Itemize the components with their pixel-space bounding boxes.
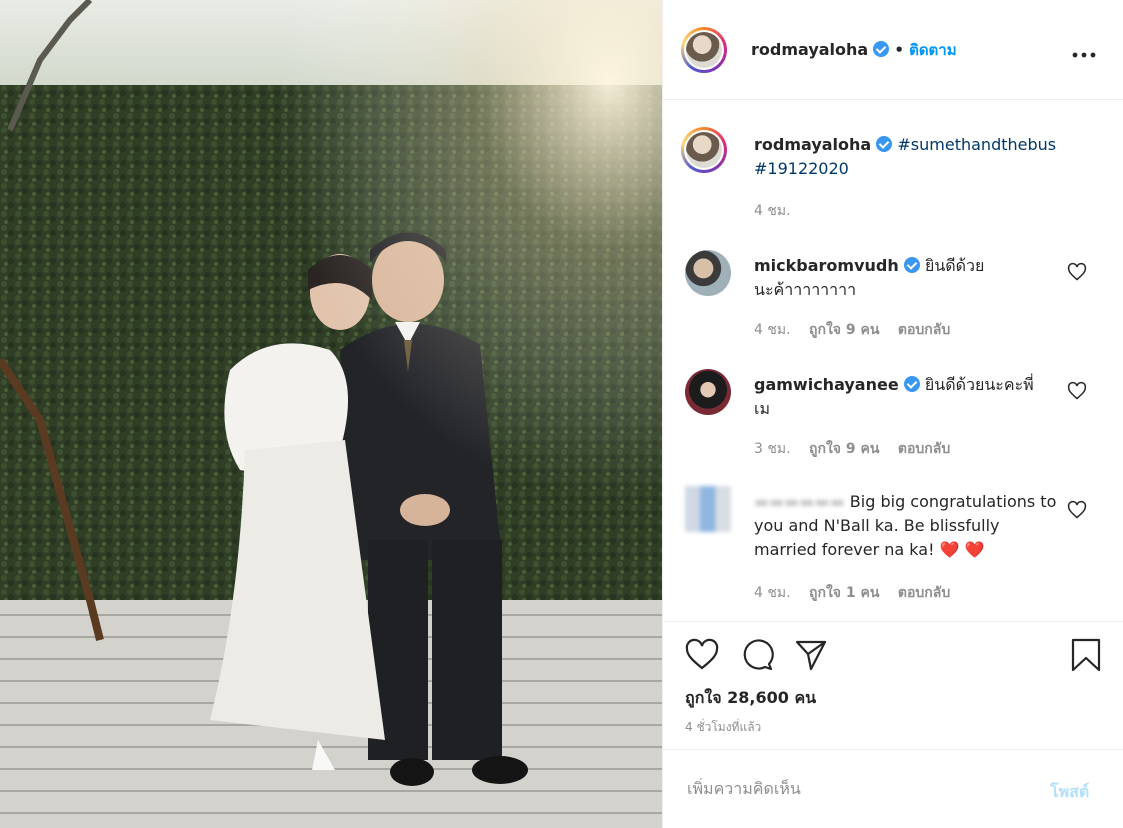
commenter-username[interactable]: mickbaromvudh	[754, 256, 899, 275]
caption-username[interactable]: rodmayaloha	[754, 135, 871, 154]
comment-input[interactable]	[685, 778, 1009, 799]
comment-body: นะค้าาาาาาาา	[754, 280, 857, 299]
comment-text: mickbaromvudh ยินดีด้วย นะค้าาาาาาาา	[754, 254, 1064, 302]
comment-meta: 4 ชม. ถูกใจ 9 คน ตอบกลับ	[754, 319, 964, 341]
author-avatar-image	[686, 32, 722, 68]
like-heart-icon[interactable]	[685, 638, 719, 672]
author-avatar-inner	[684, 30, 724, 70]
caption-author-avatar[interactable]	[681, 127, 727, 173]
verified-badge-icon	[876, 136, 893, 152]
like-comment-heart-icon[interactable]	[1067, 500, 1087, 520]
post-comment-button[interactable]: โพสต์	[1050, 780, 1089, 805]
comment-meta: 3 ชม. ถูกใจ 9 คน ตอบกลับ	[754, 438, 964, 460]
comment-time[interactable]: 4 ชม.	[754, 585, 791, 601]
commenter-username[interactable]: gamwichayanee	[754, 375, 899, 394]
add-comment-bar: โพสต์	[663, 749, 1123, 828]
save-bookmark-icon[interactable]	[1069, 638, 1103, 672]
comment-likes[interactable]: ถูกใจ 9 คน	[809, 441, 879, 457]
caption-avatar-image	[686, 132, 722, 168]
share-paper-plane-icon[interactable]	[794, 638, 828, 672]
post-header: rodmayaloha • ติดตาม	[663, 0, 1123, 100]
author-username[interactable]: rodmayaloha	[751, 40, 868, 59]
reply-button[interactable]: ตอบกลับ	[898, 585, 950, 601]
post-photo	[0, 0, 662, 828]
comment-likes[interactable]: ถูกใจ 9 คน	[809, 322, 879, 338]
follow-button[interactable]: ติดตาม	[909, 41, 957, 59]
comment-meta: 4 ชม. ถูกใจ 1 คน ตอบกลับ	[754, 582, 964, 604]
reply-button[interactable]: ตอบกลับ	[898, 441, 950, 457]
verified-badge-icon	[903, 257, 920, 273]
likes-count[interactable]: ถูกใจ 28,600 คน	[685, 686, 816, 711]
comment-text: ▬▬▬▬▬▬ Big big congratulations to you an…	[754, 490, 1064, 562]
verified-badge-icon	[873, 41, 890, 57]
comment-time[interactable]: 3 ชม.	[754, 441, 791, 457]
comment-bubble-icon[interactable]	[740, 638, 774, 672]
caption-avatar-inner	[684, 130, 724, 170]
commenter-avatar[interactable]	[685, 369, 731, 415]
commenter-username-redacted[interactable]: ▬▬▬▬▬▬	[754, 492, 845, 511]
comment-body: ยินดีด้วย	[924, 256, 985, 275]
reply-button[interactable]: ตอบกลับ	[898, 322, 950, 338]
commenter-avatar[interactable]	[685, 250, 731, 296]
header-info: rodmayaloha • ติดตาม	[751, 38, 957, 62]
more-options-icon[interactable]	[1071, 40, 1097, 65]
caption-text: rodmayaloha #sumethandthebus #19122020	[754, 133, 1064, 181]
hashtag-link[interactable]: #19122020	[754, 159, 849, 178]
post-side-panel: rodmayaloha • ติดตาม rodmayaloha #sumeth…	[662, 0, 1123, 828]
comment-likes[interactable]: ถูกใจ 1 คน	[809, 585, 879, 601]
comment-time[interactable]: 4 ชม.	[754, 322, 791, 338]
like-comment-heart-icon[interactable]	[1067, 262, 1087, 282]
verified-badge-icon	[903, 376, 920, 392]
comment-text: gamwichayanee ยินดีด้วยนะคะพี่ เม	[754, 373, 1064, 421]
comment-body: เม	[754, 399, 771, 418]
caption-time[interactable]: 4 ชม.	[754, 203, 791, 219]
wedding-photo-illustration	[0, 0, 662, 828]
caption-meta: 4 ชม.	[754, 200, 805, 222]
commenter-avatar-blurred[interactable]	[685, 486, 731, 532]
author-avatar[interactable]	[681, 27, 727, 73]
hashtag-link[interactable]: #sumethandthebus	[897, 135, 1056, 154]
separator-dot: •	[894, 41, 904, 59]
comment-body: ยินดีด้วยนะคะพี่	[924, 375, 1034, 394]
like-comment-heart-icon[interactable]	[1067, 381, 1087, 401]
comments-list: rodmayaloha #sumethandthebus #19122020 4…	[663, 100, 1123, 621]
post-timestamp[interactable]: 4 ชั่วโมงที่แล้ว	[685, 718, 761, 737]
